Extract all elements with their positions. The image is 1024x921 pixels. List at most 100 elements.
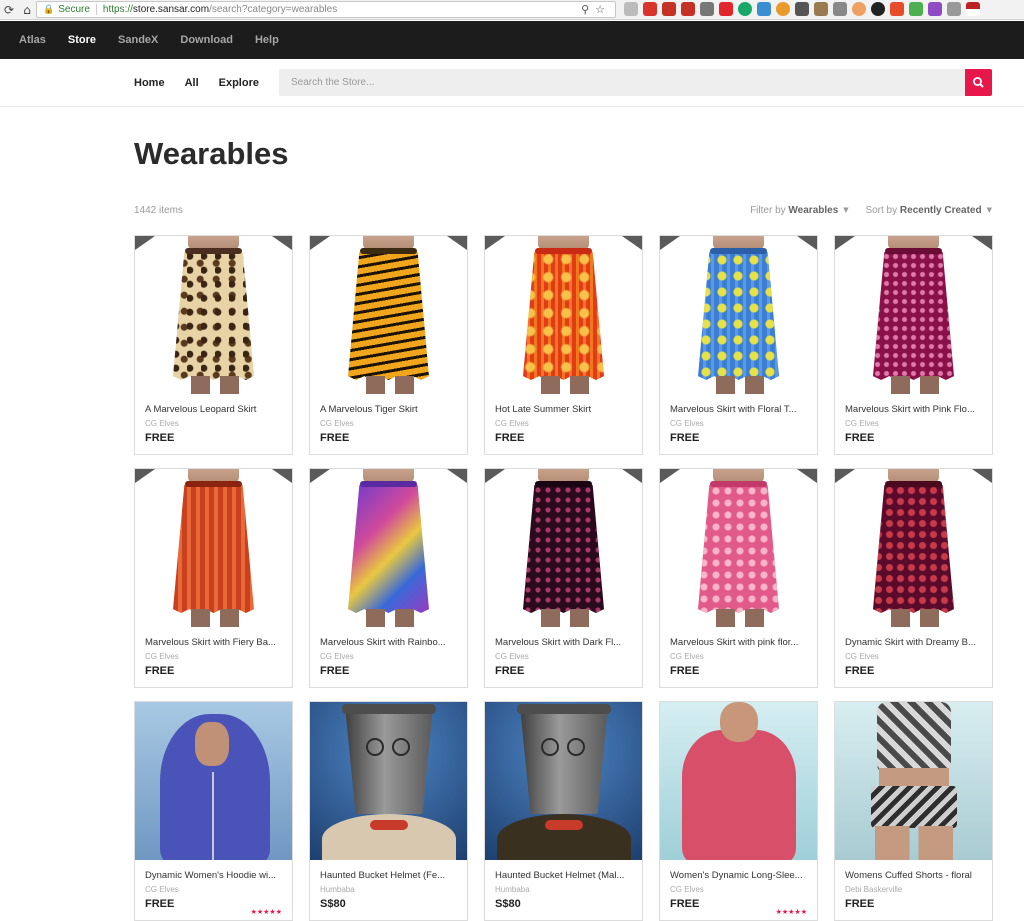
- reload-icon[interactable]: ⟳: [0, 3, 18, 17]
- product-price: FREE: [670, 432, 700, 444]
- product-thumbnail: [135, 702, 292, 860]
- product-card[interactable]: Women's Dynamic Long-Slee... CG Elves FR…: [659, 701, 818, 921]
- chat-extension-icon[interactable]: [871, 2, 885, 16]
- subnav-home[interactable]: Home: [134, 77, 165, 89]
- product-creator: CG Elves: [670, 419, 704, 428]
- search-icon: [972, 76, 984, 88]
- product-thumbnail: [485, 236, 642, 394]
- product-creator: CG Elves: [670, 885, 704, 894]
- address-bar[interactable]: 🔒 Secure https://store.sansar.com/search…: [36, 1, 616, 18]
- product-card[interactable]: Marvelous Skirt with Floral T... CG Elve…: [659, 235, 818, 455]
- flag-extension-icon[interactable]: [814, 2, 828, 16]
- product-name: Marvelous Skirt with Pink Flo...: [845, 404, 975, 415]
- gmail-extension-icon[interactable]: [662, 2, 676, 16]
- arrow-extension-icon[interactable]: [890, 2, 904, 16]
- product-card[interactable]: Marvelous Skirt with Dark Fl... CG Elves…: [484, 468, 643, 688]
- search-button[interactable]: [965, 69, 992, 96]
- product-price: FREE: [320, 665, 350, 677]
- eyedropper-extension-icon[interactable]: [795, 2, 809, 16]
- topnav-download[interactable]: Download: [180, 34, 233, 46]
- tree-extension-icon[interactable]: [757, 2, 771, 16]
- product-price: FREE: [845, 898, 875, 910]
- product-card[interactable]: Marvelous Skirt with Fiery Ba... CG Elve…: [134, 468, 293, 688]
- product-name: Marvelous Skirt with pink flor...: [670, 637, 799, 648]
- sort-dropdown[interactable]: Sort by Recently Created ▼: [865, 205, 992, 216]
- product-card[interactable]: A Marvelous Leopard Skirt CG Elves FREE: [134, 235, 293, 455]
- topnav-atlas[interactable]: Atlas: [19, 34, 46, 46]
- product-card[interactable]: Marvelous Skirt with pink flor... CG Elv…: [659, 468, 818, 688]
- badge-extension-icon[interactable]: [719, 2, 733, 16]
- product-creator: CG Elves: [145, 419, 179, 428]
- extensions-bar: [624, 2, 980, 16]
- rating-stars: ★★★★★: [250, 908, 282, 916]
- product-card[interactable]: Haunted Bucket Helmet (Mal... Humbaba S$…: [484, 701, 643, 921]
- sort-label: Sort by: [865, 205, 898, 216]
- product-name: Marvelous Skirt with Rainbo...: [320, 637, 446, 648]
- product-name: Dynamic Skirt with Dreamy B...: [845, 637, 976, 648]
- filter-label: Filter by: [750, 205, 786, 216]
- product-thumbnail: [135, 469, 292, 627]
- grammar-extension-icon[interactable]: [738, 2, 752, 16]
- product-thumbnail: [485, 469, 642, 627]
- s-extension-icon[interactable]: [928, 2, 942, 16]
- product-thumbnail: [660, 702, 817, 860]
- search-input[interactable]: [279, 69, 965, 96]
- cookie-extension-icon[interactable]: [776, 2, 790, 16]
- filter-value: Wearables: [788, 205, 839, 216]
- page-title: Wearables: [134, 136, 289, 171]
- product-creator: Humbaba: [495, 885, 530, 894]
- puzzle-extension-icon[interactable]: [833, 2, 847, 16]
- notes-extension-icon[interactable]: [700, 2, 714, 16]
- product-card[interactable]: Haunted Bucket Helmet (Fe... Humbaba S$8…: [309, 701, 468, 921]
- product-card[interactable]: Hot Late Summer Skirt CG Elves FREE: [484, 235, 643, 455]
- subnav-all[interactable]: All: [185, 77, 199, 89]
- rss-extension-icon[interactable]: [624, 2, 638, 16]
- screenshot-extension-icon[interactable]: [947, 2, 961, 16]
- store-subnav: Home All Explore▼: [0, 59, 1024, 107]
- product-thumbnail: [310, 702, 467, 860]
- product-thumbnail: [660, 469, 817, 627]
- product-card[interactable]: A Marvelous Tiger Skirt CG Elves FREE: [309, 235, 468, 455]
- url-scheme: https://: [102, 4, 133, 15]
- rating-stars: ★★★★★: [775, 908, 807, 916]
- product-name: Hot Late Summer Skirt: [495, 404, 592, 415]
- gmail-alt-extension-icon[interactable]: [681, 2, 695, 16]
- bookmark-star-icon[interactable]: ☆: [595, 3, 611, 16]
- product-card[interactable]: Womens Cuffed Shorts - floral Debi Baske…: [834, 701, 993, 921]
- product-name: Marvelous Skirt with Floral T...: [670, 404, 797, 415]
- product-name: Haunted Bucket Helmet (Fe...: [320, 870, 446, 881]
- fox-extension-icon[interactable]: [852, 2, 866, 16]
- us-flag-icon[interactable]: [966, 2, 980, 16]
- filter-dropdown[interactable]: Filter by Wearables ▼: [750, 205, 849, 216]
- product-card[interactable]: Dynamic Skirt with Dreamy B... CG Elves …: [834, 468, 993, 688]
- product-thumbnail: [660, 236, 817, 394]
- product-name: A Marvelous Tiger Skirt: [320, 404, 418, 415]
- product-grid: A Marvelous Leopard Skirt CG Elves FREE …: [134, 235, 994, 921]
- product-price: S$80: [320, 898, 346, 910]
- product-name: Marvelous Skirt with Fiery Ba...: [145, 637, 276, 648]
- product-thumbnail: [835, 236, 992, 394]
- product-card[interactable]: Marvelous Skirt with Pink Flo... CG Elve…: [834, 235, 993, 455]
- home-icon[interactable]: ⌂: [18, 3, 36, 17]
- product-card[interactable]: Marvelous Skirt with Rainbo... CG Elves …: [309, 468, 468, 688]
- product-price: FREE: [495, 432, 525, 444]
- mail-extension-icon[interactable]: [643, 2, 657, 16]
- topnav-sandex[interactable]: SandeX: [118, 34, 158, 46]
- zoom-icon[interactable]: ⚲: [581, 3, 595, 16]
- product-name: Haunted Bucket Helmet (Mal...: [495, 870, 625, 881]
- product-price: FREE: [845, 432, 875, 444]
- product-creator: Humbaba: [320, 885, 355, 894]
- evernote-extension-icon[interactable]: [909, 2, 923, 16]
- product-name: Womens Cuffed Shorts - floral: [845, 870, 972, 881]
- product-card[interactable]: Dynamic Women's Hoodie wi... CG Elves FR…: [134, 701, 293, 921]
- topnav-store[interactable]: Store: [68, 34, 96, 46]
- url-path: /search?category=wearables: [209, 4, 338, 15]
- product-creator: CG Elves: [845, 652, 879, 661]
- topnav-help[interactable]: Help: [255, 34, 279, 46]
- product-price: FREE: [145, 432, 175, 444]
- product-creator: CG Elves: [145, 652, 179, 661]
- product-creator: CG Elves: [845, 419, 879, 428]
- product-price: FREE: [845, 665, 875, 677]
- product-thumbnail: [485, 702, 642, 860]
- browser-toolbar: ⟳ ⌂ 🔒 Secure https://store.sansar.com/se…: [0, 0, 1024, 20]
